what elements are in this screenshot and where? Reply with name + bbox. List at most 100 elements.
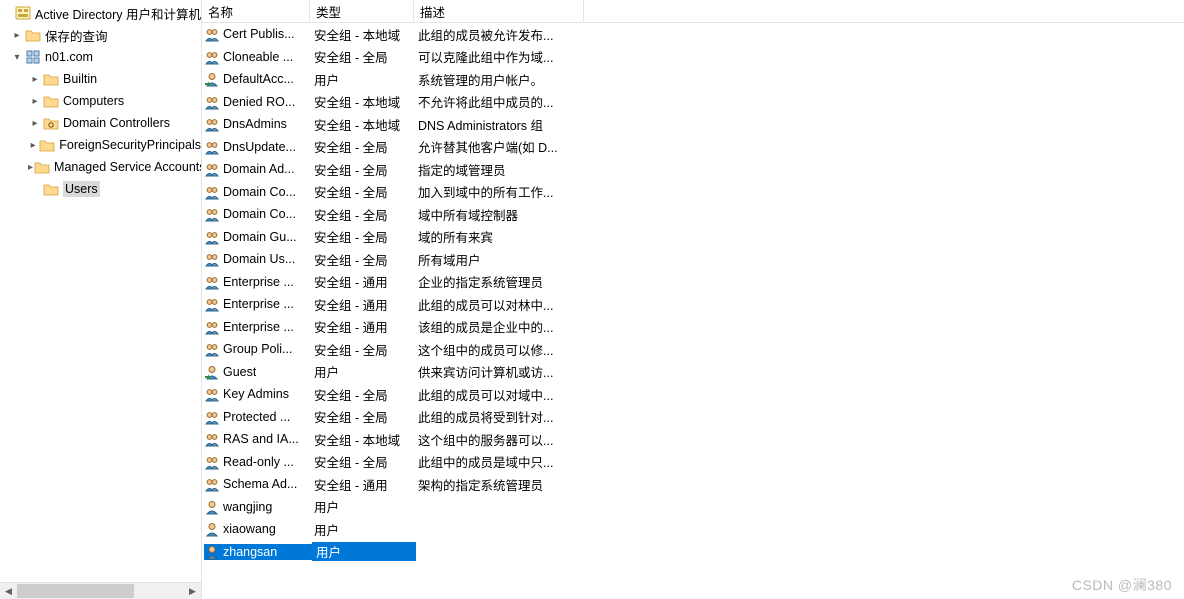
list-item-type: 安全组 - 通用 — [310, 317, 414, 336]
list-item-description: 加入到域中的所有工作... — [414, 182, 584, 201]
tree-item[interactable]: ▸Computers — [0, 90, 201, 112]
list-item-type: 安全组 - 全局 — [310, 205, 414, 224]
list-item[interactable]: Domain Co...安全组 - 全局加入到域中的所有工作... — [202, 181, 1184, 204]
list-item-type: 安全组 - 全局 — [310, 47, 414, 66]
expand-icon[interactable]: ▸ — [28, 116, 42, 130]
list-item[interactable]: Enterprise ...安全组 - 通用此组的成员可以对林中... — [202, 293, 1184, 316]
list-item-name: Key Admins — [223, 387, 289, 401]
list-item-description: 所有域用户 — [414, 250, 584, 269]
list-item[interactable]: Enterprise ...安全组 - 通用该组的成员是企业中的... — [202, 316, 1184, 339]
tree-item[interactable]: ▸Managed Service Accounts — [0, 156, 201, 178]
group-icon — [204, 26, 220, 42]
column-header-description[interactable]: 描述 — [414, 0, 584, 22]
column-headers[interactable]: 名称 类型 描述 — [202, 0, 1184, 23]
tree-item[interactable]: ▸ Builtin — [0, 68, 201, 90]
list-item-description: 架构的指定系统管理员 — [414, 475, 584, 494]
scroll-left-button[interactable]: ◀ — [0, 583, 17, 599]
list-item-name: xiaowang — [223, 522, 276, 536]
list-item[interactable]: DefaultAcc... 用户系统管理的用户帐户。 — [202, 68, 1184, 91]
tree-item[interactable]: ▸ 保存的查询 — [0, 24, 201, 46]
column-header-type[interactable]: 类型 — [310, 0, 414, 22]
list-item[interactable]: Protected ...安全组 - 全局此组的成员将受到针对... — [202, 406, 1184, 429]
list-item-name: wangjing — [223, 500, 272, 514]
tree-item[interactable]: ▸ ForeignSecurityPrincipals — [0, 134, 201, 156]
list-item-type: 安全组 - 全局 — [310, 137, 414, 156]
folder-icon — [39, 137, 55, 153]
list-item[interactable]: Key Admins安全组 - 全局此组的成员可以对域中... — [202, 383, 1184, 406]
group-icon — [204, 139, 220, 155]
list-item-type: 安全组 - 通用 — [310, 475, 414, 494]
list-item[interactable]: Schema Ad... 安全组 - 通用架构的指定系统管理员 — [202, 473, 1184, 496]
list-item[interactable]: Guest用户供来宾访问计算机或访... — [202, 361, 1184, 384]
list-item-type: 用户 — [310, 70, 414, 89]
list-item[interactable]: Cloneable ...安全组 - 全局可以克隆此组中作为域... — [202, 46, 1184, 69]
list-item-name: DnsUpdate... — [223, 140, 296, 154]
app-root: Active Directory 用户和计算机 ▸ 保存的查询▾n01.com ▸ Bu… — [0, 0, 1184, 599]
list-item[interactable]: Domain Co...安全组 - 全局域中所有域控制器 — [202, 203, 1184, 226]
list-item-description: 这个组中的服务器可以... — [414, 430, 584, 449]
list-item-description: 此组的成员可以对林中... — [414, 295, 584, 314]
group-icon — [204, 116, 220, 132]
scroll-track[interactable] — [17, 583, 184, 599]
expand-icon[interactable]: ▸ — [28, 160, 33, 174]
list-item[interactable]: Enterprise ...安全组 - 通用企业的指定系统管理员 — [202, 271, 1184, 294]
list-item-type: 安全组 - 本地域 — [310, 25, 414, 44]
list-item-name: Enterprise ... — [223, 275, 294, 289]
tree-item[interactable]: Users — [0, 178, 201, 200]
user-arrow-icon — [204, 364, 220, 380]
list-item-name: DefaultAcc... — [223, 72, 294, 86]
tree-item[interactable]: Active Directory 用户和计算机 — [0, 2, 201, 24]
list-item-type: 用户 — [312, 542, 416, 561]
list-item-type: 安全组 - 本地域 — [310, 92, 414, 111]
folder-icon — [43, 71, 59, 87]
list-item[interactable]: Cert Publis...安全组 - 本地域此组的成员被允许发布... — [202, 23, 1184, 46]
list-item-description: 指定的域管理员 — [414, 160, 584, 179]
expand-icon[interactable]: ▸ — [28, 138, 38, 152]
list-item[interactable]: Domain Us...安全组 - 全局所有域用户 — [202, 248, 1184, 271]
tree-item-label: 保存的查询 — [45, 26, 108, 45]
list-item[interactable]: Group Poli...安全组 - 全局这个组中的成员可以修... — [202, 338, 1184, 361]
list-item[interactable]: zhangsan用户 — [202, 541, 1184, 564]
list-item-description: 系统管理的用户帐户。 — [414, 70, 584, 89]
tree-item[interactable]: ▾n01.com — [0, 46, 201, 68]
list-item-type: 安全组 - 全局 — [310, 160, 414, 179]
expand-icon[interactable]: ▸ — [10, 28, 24, 42]
tree-item-label: Users — [63, 181, 100, 197]
tree-item[interactable]: ▸ Domain Controllers — [0, 112, 201, 134]
user-icon — [204, 544, 220, 560]
list-item[interactable]: Domain Ad...安全组 - 全局指定的域管理员 — [202, 158, 1184, 181]
tree[interactable]: Active Directory 用户和计算机 ▸ 保存的查询▾n01.com ▸ Bu… — [0, 0, 201, 200]
expand-icon[interactable]: ▸ — [28, 72, 42, 86]
tree-item-label: Domain Controllers — [63, 116, 170, 130]
list-item[interactable]: DnsAdmins安全组 - 本地域DNS Administrators 组 — [202, 113, 1184, 136]
expand-icon[interactable]: ▸ — [28, 94, 42, 108]
list-item[interactable]: Read-only ...安全组 - 全局此组中的成员是域中只... — [202, 451, 1184, 474]
group-icon — [204, 184, 220, 200]
list-item-description: 此组中的成员是域中只... — [414, 452, 584, 471]
column-header-name[interactable]: 名称 — [202, 0, 310, 22]
list-item[interactable]: DnsUpdate...安全组 - 全局允许替其他客户端(如 D... — [202, 136, 1184, 159]
list-item-name: Enterprise ... — [223, 320, 294, 334]
list-item-name: Cloneable ... — [223, 50, 293, 64]
tree-item-label: Active Directory 用户和计算机 — [35, 4, 201, 23]
tree-item-label: ForeignSecurityPrincipals — [59, 138, 201, 152]
list-item-description: 企业的指定系统管理员 — [414, 272, 584, 291]
list-item-name: Schema Ad... — [223, 477, 297, 491]
tree-horizontal-scrollbar[interactable]: ◀ ▶ — [0, 582, 201, 599]
ad-root-icon — [15, 5, 31, 21]
list-item-description: 域的所有来宾 — [414, 227, 584, 246]
group-icon — [204, 296, 220, 312]
list-item[interactable]: xiaowang用户 — [202, 518, 1184, 541]
tree-item-label: Builtin — [63, 72, 97, 86]
folder-icon — [43, 181, 59, 197]
list-item[interactable]: wangjing用户 — [202, 496, 1184, 519]
list-rows[interactable]: Cert Publis...安全组 - 本地域此组的成员被允许发布... Clon… — [202, 23, 1184, 563]
list-item[interactable]: Denied RO...安全组 - 本地域不允许将此组中成员的... — [202, 91, 1184, 114]
scroll-thumb[interactable] — [17, 584, 134, 598]
scroll-right-button[interactable]: ▶ — [184, 583, 201, 599]
group-icon — [204, 161, 220, 177]
list-item[interactable]: Domain Gu...安全组 - 全局域的所有来宾 — [202, 226, 1184, 249]
collapse-icon[interactable]: ▾ — [10, 50, 24, 64]
list-item[interactable]: RAS and IA...安全组 - 本地域这个组中的服务器可以... — [202, 428, 1184, 451]
list-item-description: 域中所有域控制器 — [414, 205, 584, 224]
